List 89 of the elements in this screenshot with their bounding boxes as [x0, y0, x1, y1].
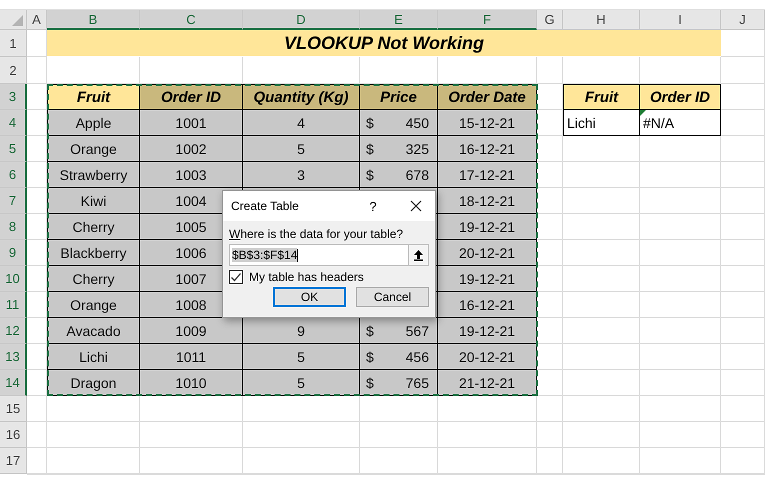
help-button[interactable]: ?: [367, 198, 379, 214]
table-cell: 20-12-21: [438, 240, 537, 266]
table-cell: 18-12-21: [438, 188, 537, 214]
row-header[interactable]: 17: [0, 448, 27, 474]
column-heading: Price: [360, 84, 438, 110]
column-header[interactable]: E: [360, 10, 438, 30]
table-cell: Cherry: [47, 214, 140, 240]
currency-symbol: $: [366, 374, 374, 390]
table-cell: 5: [243, 370, 360, 396]
row-header[interactable]: 5: [0, 136, 27, 162]
table-cell: Lichi: [563, 110, 640, 136]
table-cell: 4: [243, 110, 360, 136]
column-heading: Quantity (Kg): [243, 84, 360, 110]
price-value: 678: [406, 166, 429, 182]
table-cell: Dragon: [47, 370, 140, 396]
table-cell: 1003: [140, 162, 243, 188]
currency-symbol: $: [366, 140, 374, 156]
table-cell: 3: [243, 162, 360, 188]
price-value: 456: [406, 348, 429, 364]
table-cell: 5: [243, 344, 360, 370]
row-header[interactable]: 4: [0, 110, 27, 136]
column-heading: Order ID: [140, 84, 243, 110]
table-cell: 19-12-21: [438, 318, 537, 344]
headers-checkbox[interactable]: [229, 270, 243, 284]
table-cell: Blackberry: [47, 240, 140, 266]
column-header[interactable]: A: [27, 10, 47, 30]
table-cell: 5: [243, 136, 360, 162]
table-cell: 16-12-21: [438, 136, 537, 162]
column-header[interactable]: B: [47, 10, 140, 30]
table-cell: Lichi: [47, 344, 140, 370]
column-heading: Fruit: [563, 84, 640, 110]
table-cell: 9: [243, 318, 360, 344]
table-cell: 21-12-21: [438, 370, 537, 396]
row-header[interactable]: 12: [0, 318, 27, 344]
close-button[interactable]: [409, 199, 423, 213]
row-header[interactable]: 15: [0, 396, 27, 422]
table-cell: Apple: [47, 110, 140, 136]
row-header[interactable]: 3: [0, 84, 27, 110]
checkbox-label: My table has headers: [249, 270, 364, 284]
price-value: 567: [406, 322, 429, 338]
table-cell: 17-12-21: [438, 162, 537, 188]
column-header[interactable]: F: [438, 10, 537, 30]
table-cell: Avacado: [47, 318, 140, 344]
table-cell: 1009: [140, 318, 243, 344]
table-cell: Cherry: [47, 266, 140, 292]
price-value: 450: [406, 114, 429, 130]
table-cell: 1001: [140, 110, 243, 136]
currency-symbol: $: [366, 348, 374, 364]
table-cell: 1010: [140, 370, 243, 396]
row-header[interactable]: 1: [0, 30, 27, 57]
table-cell: 1002: [140, 136, 243, 162]
sheet-title: VLOOKUP Not Working: [47, 30, 721, 57]
column-header[interactable]: C: [140, 10, 243, 30]
column-header[interactable]: H: [563, 10, 640, 30]
table-cell: 15-12-21: [438, 110, 537, 136]
column-heading: Order Date: [438, 84, 537, 110]
row-header[interactable]: 2: [0, 57, 27, 84]
table-cell: 19-12-21: [438, 214, 537, 240]
row-header[interactable]: 8: [0, 214, 27, 240]
table-cell: Strawberry: [47, 162, 140, 188]
row-header[interactable]: 9: [0, 240, 27, 266]
table-cell: 20-12-21: [438, 344, 537, 370]
column-heading: Fruit: [47, 84, 140, 110]
row-header[interactable]: 10: [0, 266, 27, 292]
column-header[interactable]: G: [537, 10, 563, 30]
table-cell: 1011: [140, 344, 243, 370]
column-heading: Order ID: [640, 84, 721, 110]
row-header[interactable]: 13: [0, 344, 27, 370]
row-header[interactable]: 7: [0, 188, 27, 214]
currency-symbol: $: [366, 166, 374, 182]
table-cell: #N/A: [640, 110, 721, 136]
row-header[interactable]: 16: [0, 422, 27, 448]
table-cell: 16-12-21: [438, 292, 537, 318]
row-header[interactable]: 6: [0, 162, 27, 188]
row-header[interactable]: 14: [0, 370, 27, 396]
table-cell: Kiwi: [47, 188, 140, 214]
column-header[interactable]: I: [640, 10, 721, 30]
currency-symbol: $: [366, 322, 374, 338]
price-value: 765: [406, 374, 429, 390]
ok-button[interactable]: OK: [273, 287, 346, 307]
currency-symbol: $: [366, 114, 374, 130]
table-cell: Orange: [47, 136, 140, 162]
table-cell: Orange: [47, 292, 140, 318]
row-header[interactable]: 11: [0, 292, 27, 318]
table-cell: 19-12-21: [438, 266, 537, 292]
column-header[interactable]: D: [243, 10, 360, 30]
cancel-button[interactable]: Cancel: [356, 287, 429, 307]
column-header[interactable]: J: [721, 10, 765, 30]
price-value: 325: [406, 140, 429, 156]
